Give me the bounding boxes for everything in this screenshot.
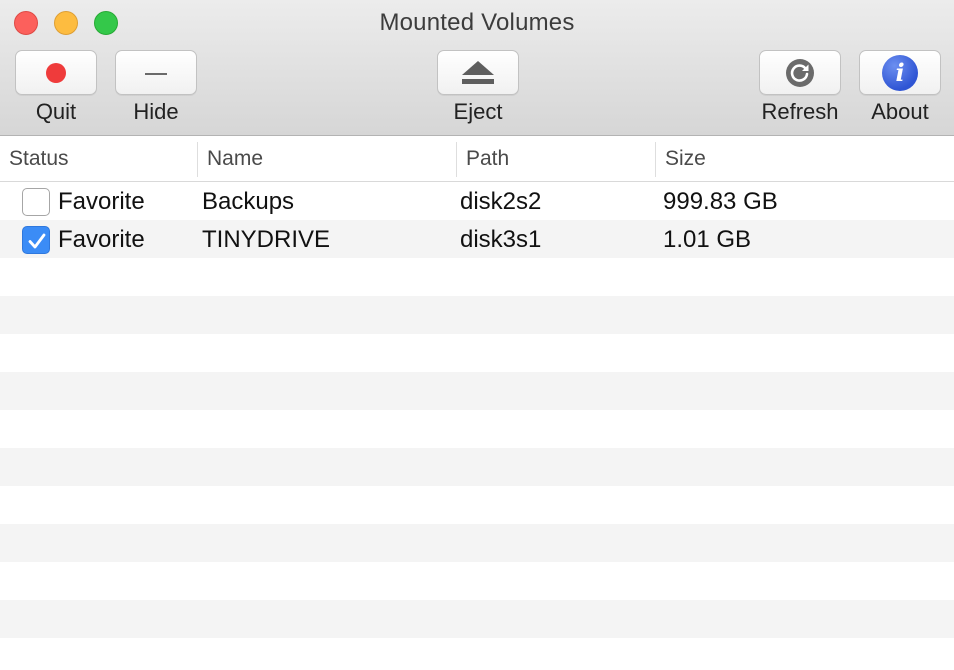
eject-toolbar-item: Eject [437,50,519,130]
about-button[interactable]: i [859,50,941,95]
name-cell: Backups [202,188,295,215]
table-header: Status Name Path Size [0,137,954,182]
window-title: Mounted Volumes [379,9,575,36]
name-cell: TINYDRIVE [202,226,331,253]
favorite-checkbox[interactable] [22,226,50,254]
toolbar-area: Mounted Volumes Quit Hide Eject Refresh … [0,0,954,136]
column-header-path[interactable]: Path [457,137,655,182]
record-dot-icon [46,62,66,83]
table-row[interactable]: Favorite Backups disk2s2 999.83 GB [0,182,954,220]
about-label: About [871,99,929,124]
status-cell: Favorite [58,226,145,253]
empty-row [0,258,954,296]
hide-toolbar-item: Hide [115,50,197,130]
status-cell: Favorite [58,188,145,215]
eject-icon [462,60,494,84]
eject-button[interactable] [437,50,519,95]
mounted-volumes-window: Mounted Volumes Quit Hide Eject Refresh … [0,0,954,670]
size-cell: 1.01 GB [663,226,752,253]
column-header-size[interactable]: Size [656,137,954,182]
empty-row [0,486,954,524]
quit-button[interactable] [15,50,97,95]
empty-row [0,562,954,600]
path-cell: disk3s1 [460,226,542,253]
path-cell: disk2s2 [460,188,542,215]
empty-row [0,334,954,372]
favorite-checkbox[interactable] [22,188,50,216]
empty-row [0,524,954,562]
empty-row [0,410,954,448]
info-icon: i [882,54,918,91]
size-cell: 999.83 GB [663,188,778,215]
table-row[interactable]: Favorite TINYDRIVE disk3s1 1.01 GB [0,220,954,258]
eject-label: Eject [453,99,503,124]
refresh-toolbar-item: Refresh [759,50,841,130]
hide-label: Hide [133,99,179,124]
column-header-status[interactable]: Status [0,137,197,182]
empty-row [0,372,954,410]
quit-toolbar-item: Quit [15,50,97,130]
minus-icon [145,72,167,75]
empty-row [0,448,954,486]
column-header-name[interactable]: Name [198,137,457,182]
about-toolbar-item: i About [859,50,941,130]
refresh-button[interactable] [759,50,841,95]
checkmark-icon [28,233,46,249]
hide-button[interactable] [115,50,197,95]
refresh-icon [786,58,814,87]
empty-row [0,296,954,334]
empty-row [0,600,954,638]
empty-row [0,638,954,670]
volumes-table: Favorite Backups disk2s2 999.83 GB Favor… [0,182,954,670]
